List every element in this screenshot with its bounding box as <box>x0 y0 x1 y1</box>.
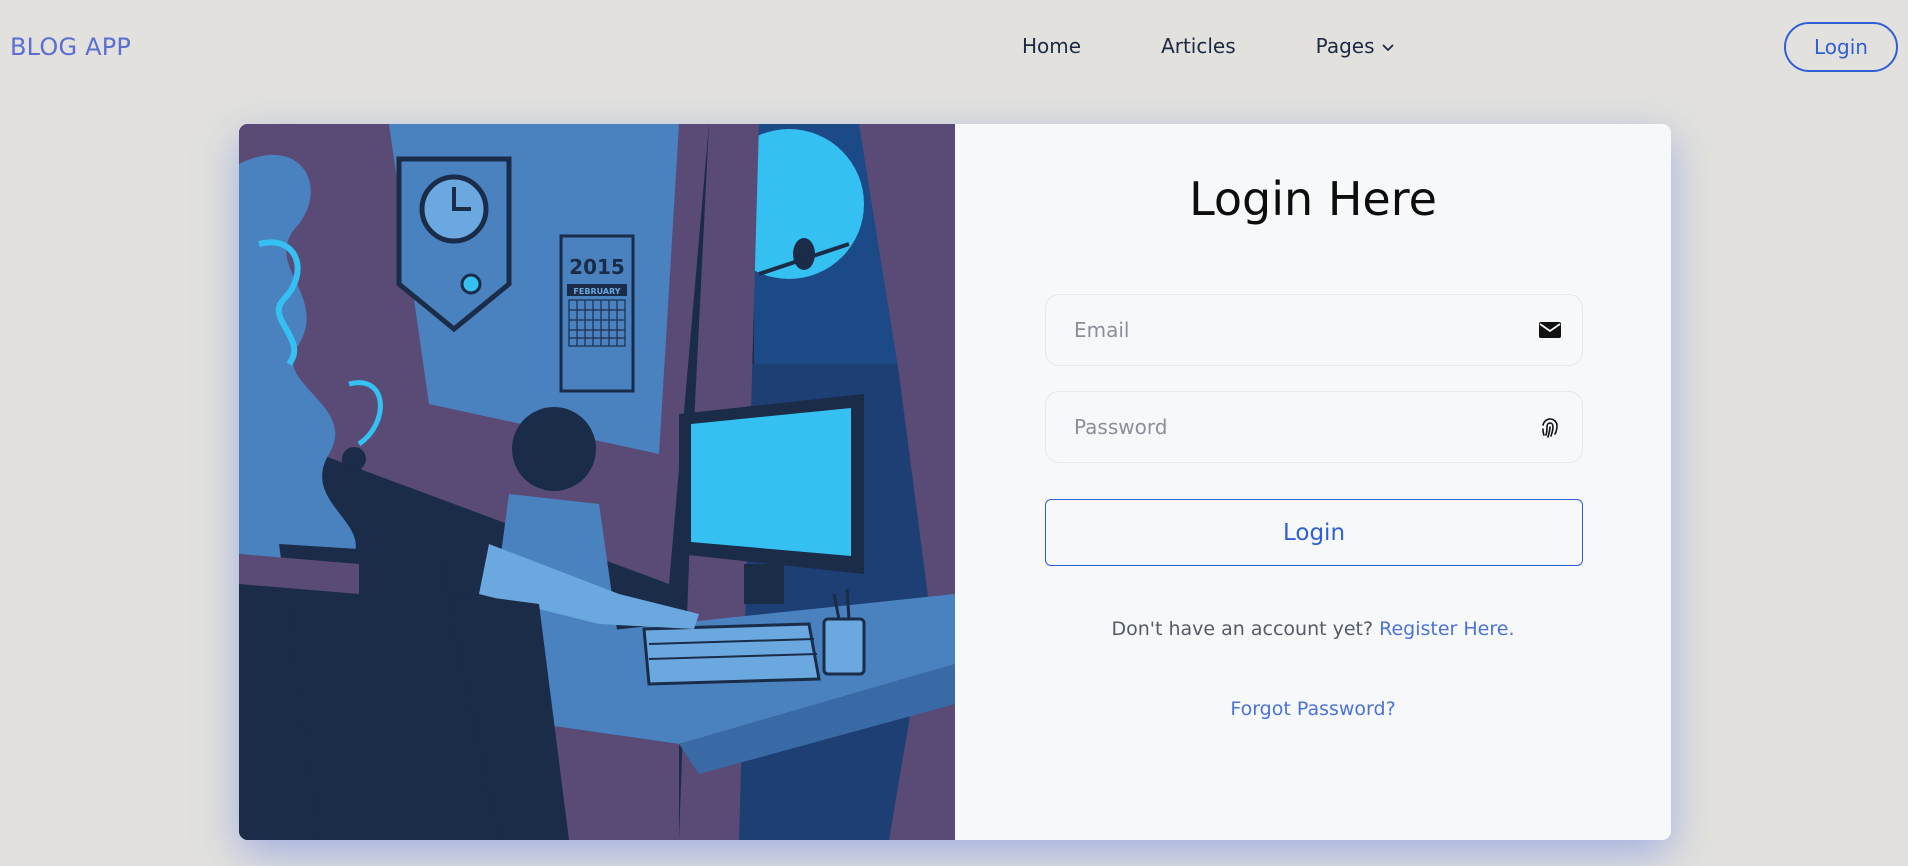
brand-logo[interactable]: BLOG APP <box>10 33 131 61</box>
calendar-month: FEBRUARY <box>573 287 620 296</box>
nav-links: Home Articles Pages <box>1022 34 1394 58</box>
nav-link-pages-label: Pages <box>1315 34 1375 58</box>
password-input[interactable] <box>1074 392 1514 462</box>
email-input[interactable] <box>1074 295 1514 365</box>
envelope-icon <box>1539 322 1561 338</box>
email-field[interactable] <box>1045 294 1583 366</box>
illustration-night-desk: 2015 FEBRUARY <box>239 124 955 840</box>
login-form-panel: Login Here <box>955 124 1671 840</box>
nav-login-button[interactable]: Login <box>1784 22 1898 72</box>
nav-link-articles[interactable]: Articles <box>1161 34 1236 58</box>
login-submit-button[interactable]: Login <box>1045 499 1583 566</box>
forgot-password-link[interactable]: Forgot Password? <box>955 698 1671 720</box>
chevron-down-icon <box>1382 44 1393 51</box>
calendar-year: 2015 <box>569 255 625 279</box>
register-prompt: Don't have an account yet? Register Here… <box>955 618 1671 640</box>
password-field[interactable] <box>1045 391 1583 463</box>
register-link[interactable]: Register Here. <box>1379 618 1514 640</box>
navbar: BLOG APP Home Articles Pages Login <box>0 0 1908 94</box>
login-title: Login Here <box>1189 172 1437 226</box>
register-prompt-text: Don't have an account yet? <box>1111 618 1374 640</box>
login-card: 2015 FEBRUARY Login Here <box>239 124 1671 840</box>
fingerprint-icon <box>1542 418 1558 438</box>
nav-link-home[interactable]: Home <box>1022 34 1081 58</box>
nav-dropdown-pages[interactable]: Pages <box>1316 34 1394 58</box>
